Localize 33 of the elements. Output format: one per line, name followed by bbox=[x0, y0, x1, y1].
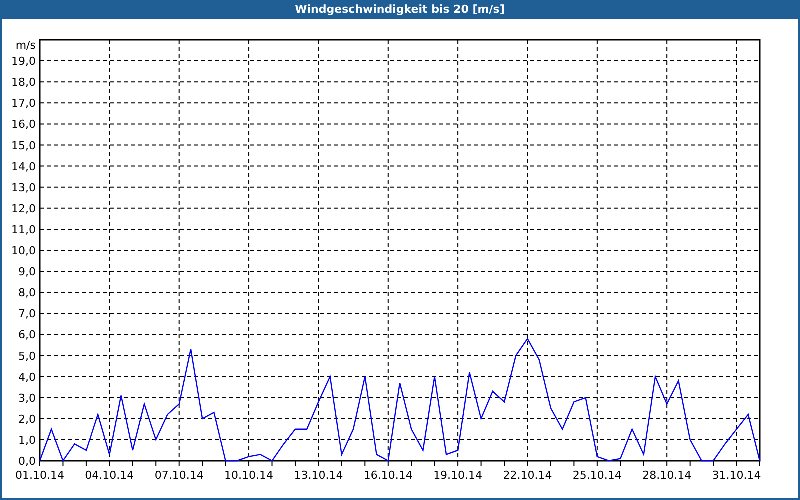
x-tick-label: 22.10.14 bbox=[503, 469, 552, 482]
y-tick-label: 10,0 bbox=[12, 244, 36, 258]
y-axis-label: m/s bbox=[16, 39, 36, 52]
x-tick-label: 19.10.14 bbox=[434, 469, 483, 482]
x-tick-label: 07.10.14 bbox=[154, 469, 204, 482]
y-tick-label: 17,0 bbox=[12, 97, 36, 110]
x-tick-label: 13.10.14 bbox=[294, 469, 344, 482]
window-title: Windgeschwindigkeit bis 20 [m/s] bbox=[2, 0, 798, 19]
x-tick-label: 01.10.14 bbox=[16, 469, 64, 482]
y-tick-label: 3,0 bbox=[18, 392, 36, 405]
y-tick-label: 16,0 bbox=[12, 118, 36, 132]
y-tick-label: 0,0 bbox=[18, 455, 36, 468]
y-tick-label: 19,0 bbox=[12, 55, 36, 68]
y-tick-label: 15,0 bbox=[12, 139, 36, 152]
y-tick-label: 6,0 bbox=[18, 328, 36, 342]
y-tick-label: 13,0 bbox=[12, 181, 36, 194]
y-tick-label: 11,0 bbox=[12, 223, 36, 236]
y-tick-label: 8,0 bbox=[18, 286, 36, 300]
x-tick-label: 25.10.14 bbox=[572, 469, 622, 482]
y-tick-label: 4,0 bbox=[18, 370, 36, 384]
y-tick-label: 14,0 bbox=[12, 160, 36, 174]
x-tick-label: 04.10.14 bbox=[85, 469, 134, 482]
x-tick-label: 16.10.14 bbox=[364, 469, 413, 482]
y-tick-label: 12,0 bbox=[12, 202, 36, 216]
x-tick-label: 28.10.14 bbox=[642, 469, 692, 482]
y-tick-label: 2,0 bbox=[18, 412, 36, 426]
y-tick-label: 18,0 bbox=[12, 76, 36, 90]
y-tick-label: 5,0 bbox=[18, 350, 36, 363]
y-tick-label: 7,0 bbox=[18, 308, 36, 321]
x-tick-label: 10.10.14 bbox=[224, 469, 274, 482]
x-tick-label: 31.10.14 bbox=[712, 469, 762, 482]
y-tick-label: 9,0 bbox=[18, 266, 36, 279]
y-tick-label: 1,0 bbox=[18, 434, 36, 447]
